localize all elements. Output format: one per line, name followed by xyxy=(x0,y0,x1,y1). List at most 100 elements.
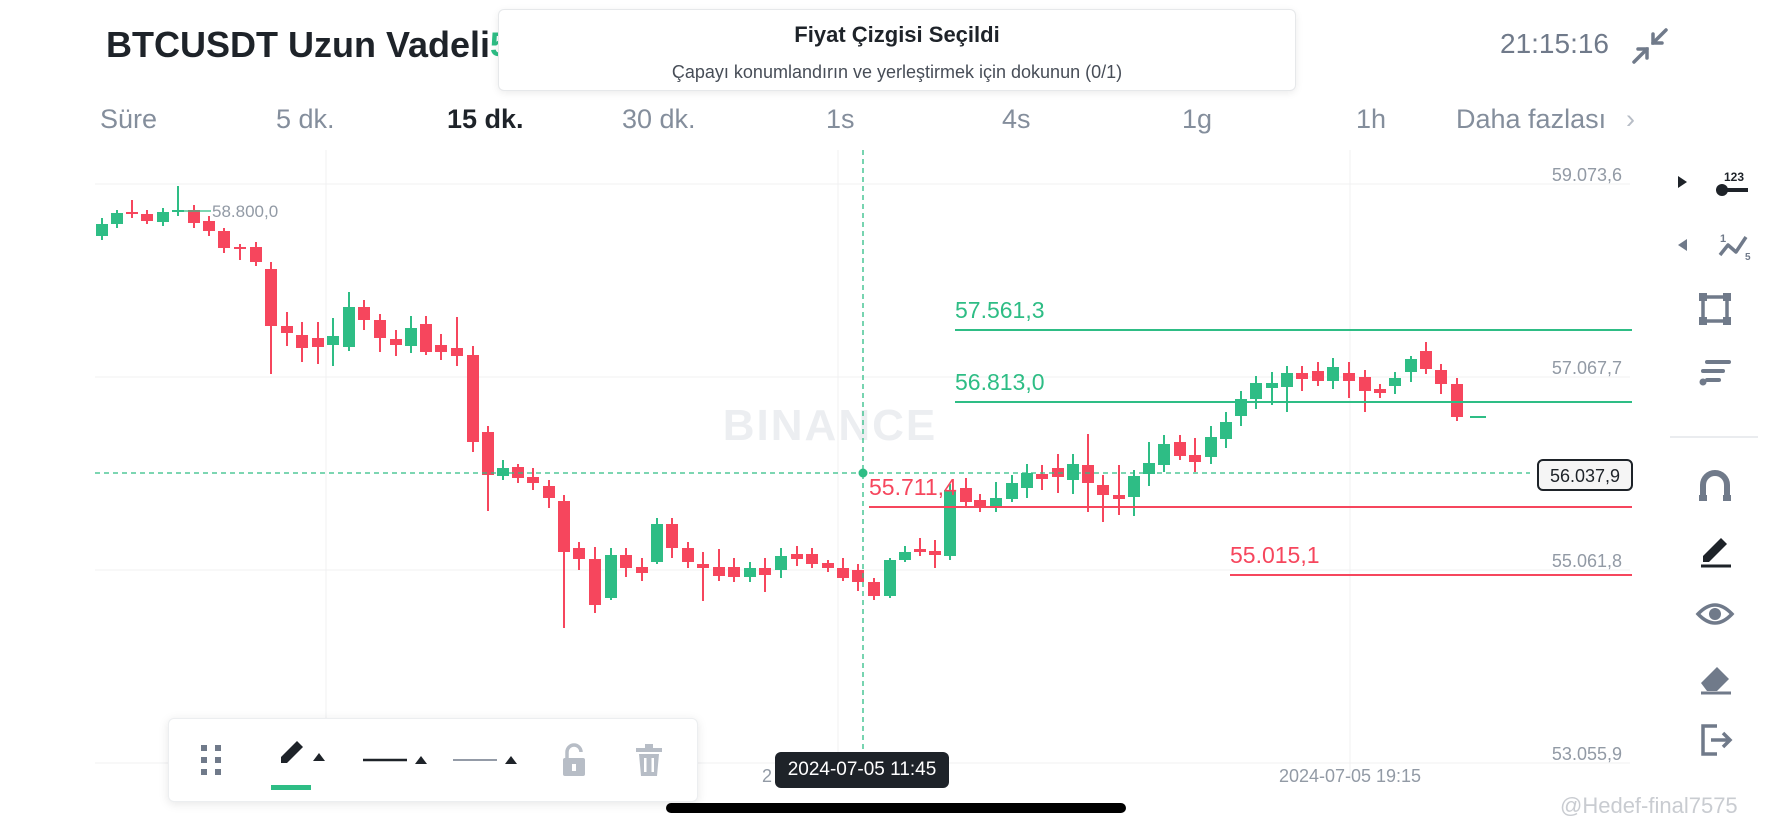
axis-price-4: 53.055,9 xyxy=(1552,744,1622,764)
candle-body xyxy=(728,567,740,577)
candle-body xyxy=(203,221,215,231)
tab-30m[interactable]: 30 dk. xyxy=(622,104,696,135)
candle-body xyxy=(188,210,200,223)
pencil-color-icon[interactable] xyxy=(269,719,339,801)
candle-body xyxy=(1435,370,1447,384)
tab-period[interactable]: Süre xyxy=(100,104,157,135)
candle-body xyxy=(343,307,355,347)
drawing-toolbar xyxy=(168,718,698,802)
candle-body xyxy=(312,338,324,347)
candle-body xyxy=(1451,384,1463,417)
candle-body xyxy=(1389,378,1401,386)
price-line-label-3: 55.711,4 xyxy=(869,474,957,500)
candle-body xyxy=(929,551,941,555)
candle-body xyxy=(265,269,277,326)
candle-body xyxy=(697,564,709,568)
lock-icon[interactable] xyxy=(549,719,599,801)
axis-price-2: 57.067,7 xyxy=(1552,358,1622,378)
tab-more[interactable]: Daha fazlası xyxy=(1456,104,1606,135)
tab-1h[interactable]: 1s xyxy=(826,104,855,135)
candle-body xyxy=(1205,437,1217,457)
candle-body xyxy=(1296,373,1308,379)
candle-body xyxy=(636,567,648,573)
candle-body xyxy=(281,326,293,333)
candle-body xyxy=(914,549,926,552)
axis-price-3: 55.061,8 xyxy=(1552,551,1622,571)
candle-body xyxy=(1405,359,1417,372)
candlestick-chart[interactable]: BINANCE 59.073,6 57.067,7 55.061,8 53.05… xyxy=(0,150,1640,790)
tab-1w[interactable]: 1h xyxy=(1356,104,1386,135)
candle-body xyxy=(482,432,494,475)
candle-body xyxy=(558,501,570,552)
chart-title: BTCUSDT Uzun Vadeli xyxy=(106,24,491,65)
candle-body xyxy=(296,335,308,348)
more-chevron-icon[interactable]: › xyxy=(1626,104,1635,135)
candle-body xyxy=(451,348,463,356)
candle-body xyxy=(1097,485,1109,495)
eraser-icon[interactable] xyxy=(1655,655,1775,699)
tab-4h[interactable]: 4s xyxy=(1002,104,1031,135)
candle-body xyxy=(1189,455,1201,462)
candle-body xyxy=(1006,483,1018,499)
candle-body xyxy=(1174,442,1186,456)
drawing-sidebar: 123 1 5 xyxy=(1655,160,1775,780)
candle-body xyxy=(1158,444,1170,465)
candle-body xyxy=(1266,383,1278,388)
candle-body xyxy=(589,559,601,605)
crosshair xyxy=(95,150,1530,760)
candle-body xyxy=(157,212,169,222)
candle-body xyxy=(390,339,402,345)
toast-title: Fiyat Çizgisi Seçildi xyxy=(794,22,1000,47)
candle-body xyxy=(868,582,880,596)
magnet-icon[interactable] xyxy=(1655,465,1775,509)
rectangle-icon[interactable] xyxy=(1655,287,1775,331)
candle-body xyxy=(1036,474,1048,479)
price-label-icon[interactable]: 123 xyxy=(1655,160,1775,204)
eye-icon[interactable] xyxy=(1655,592,1775,636)
trash-icon[interactable] xyxy=(624,719,674,801)
line-width-icon[interactable] xyxy=(359,719,439,801)
candle-body xyxy=(960,488,972,502)
indicators-icon[interactable] xyxy=(1655,350,1775,394)
current-price-label: 56.037,9 xyxy=(1550,466,1620,486)
price-line-label-2: 56.813,0 xyxy=(955,369,1045,395)
candle-body xyxy=(327,336,339,345)
candle-body xyxy=(543,486,555,498)
fibonacci-icon[interactable]: 1 5 xyxy=(1655,223,1775,267)
exit-icon[interactable] xyxy=(1655,718,1775,762)
candle-body xyxy=(1021,473,1033,488)
clock: 21:15:16 xyxy=(1500,28,1609,59)
candle-body xyxy=(405,328,417,346)
home-indicator xyxy=(666,803,1126,813)
candle-body xyxy=(1067,464,1079,480)
fib-text: 5 xyxy=(1745,252,1751,263)
tab-5m[interactable]: 5 dk. xyxy=(276,104,335,135)
candle-body xyxy=(605,555,617,598)
candle-body xyxy=(1359,377,1371,391)
tab-15m[interactable]: 15 dk. xyxy=(447,104,524,135)
candle-body xyxy=(218,231,230,248)
candle-body xyxy=(1220,422,1232,439)
tab-1d[interactable]: 1g xyxy=(1182,104,1212,135)
collapse-fullscreen-icon[interactable] xyxy=(1630,26,1670,66)
candle-body xyxy=(759,568,771,575)
toast-subtitle: Çapayı konumlandırın ve yerleştirmek içi… xyxy=(671,62,1123,82)
line-style-icon[interactable] xyxy=(449,719,529,801)
crosshair-anchor xyxy=(858,468,868,478)
candle-body xyxy=(1281,373,1293,387)
selection-toast: Fiyat Çizgisi Seçildi Çapayı konumlandır… xyxy=(498,9,1296,91)
candle-body xyxy=(358,307,370,320)
crosshair-time-tooltip: 2024-07-05 11:45 xyxy=(775,752,949,788)
candle-body xyxy=(1128,476,1140,497)
candle-body xyxy=(775,556,787,570)
candle-body xyxy=(96,224,108,236)
draw-icon[interactable] xyxy=(1655,528,1775,572)
candle-body xyxy=(1327,367,1339,381)
candle-body xyxy=(126,212,138,214)
candle-body xyxy=(666,524,678,548)
drag-handle-icon[interactable] xyxy=(187,719,235,801)
candle-body xyxy=(822,563,834,568)
candle-body xyxy=(497,468,509,476)
binance-watermark: BINANCE xyxy=(723,401,937,450)
candle-body xyxy=(1113,495,1125,499)
